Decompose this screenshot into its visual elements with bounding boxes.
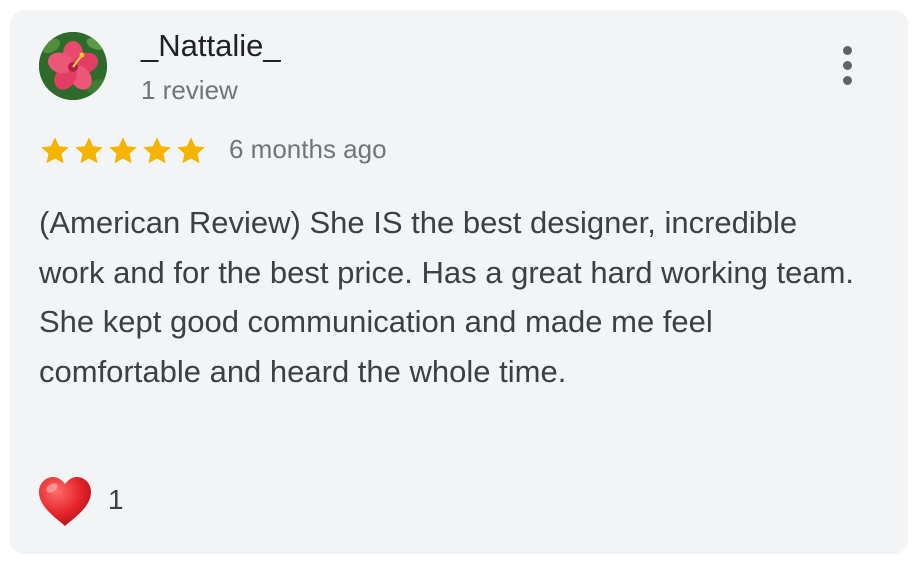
reviewer-review-count: 1 review — [141, 75, 238, 105]
star-icon — [109, 137, 137, 164]
heart-reaction-button[interactable] — [37, 476, 93, 528]
star-rating — [39, 135, 207, 167]
more-vert-icon — [843, 46, 852, 55]
hibiscus-flower-icon — [39, 32, 107, 100]
reaction-count: 1 — [108, 484, 124, 515]
avatar[interactable] — [39, 32, 107, 100]
star-icon — [143, 137, 171, 164]
review-text: (American Review) She IS the best design… — [39, 205, 855, 389]
star-icon — [177, 137, 205, 164]
more-options-button[interactable] — [832, 42, 864, 90]
more-vert-icon-dot — [843, 76, 852, 85]
heart-icon — [39, 477, 91, 526]
more-vert-icon-dot — [843, 61, 852, 70]
review-timestamp: 6 months ago — [229, 134, 387, 164]
review-card: _Nattalie_ 1 review 6 months ago (Americ… — [10, 10, 908, 554]
star-icon — [75, 137, 103, 164]
star-icon — [41, 137, 69, 164]
reviewer-name[interactable]: _Nattalie_ — [141, 28, 281, 64]
